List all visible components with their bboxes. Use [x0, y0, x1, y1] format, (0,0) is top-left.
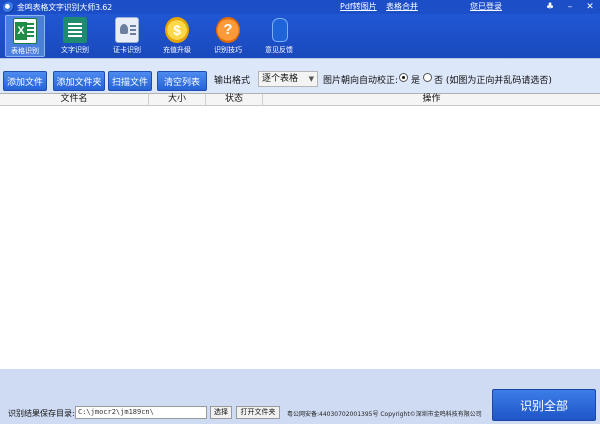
tool-label: 文字识别: [61, 46, 89, 54]
tool-table-recognition[interactable]: 表格识别: [5, 15, 45, 57]
login-status-link[interactable]: 您已登录: [470, 1, 502, 12]
tool-label: 证卡识别: [113, 46, 141, 54]
scan-file-button[interactable]: 扫描文件: [108, 71, 152, 91]
column-header-size[interactable]: 大小: [149, 94, 206, 106]
column-header-operation[interactable]: 操作: [263, 94, 600, 106]
column-header-status[interactable]: 状态: [206, 94, 263, 106]
column-header-filename[interactable]: 文件名: [0, 94, 149, 106]
tool-text-recognition[interactable]: 文字识别: [55, 15, 95, 57]
output-format-label: 输出格式: [214, 76, 251, 86]
close-button[interactable]: ✕: [580, 0, 600, 14]
table-header: 文件名 大小 状态 操作: [0, 94, 600, 106]
copyright-text: 粤公网安备:44030702001395号 Copyright©深圳市金鸣科技有…: [287, 411, 482, 418]
orientation-no-label: 否 (如图为正向并乱码请选否): [434, 76, 552, 86]
output-format-value: 逐个表格: [262, 74, 299, 84]
help-icon: [216, 17, 240, 43]
window-title: 金鸣表格文字识别大师3.62: [17, 2, 113, 12]
app-logo-icon: [3, 1, 14, 13]
skin-icon[interactable]: ♣: [540, 0, 560, 14]
tool-label: 识别技巧: [214, 46, 242, 54]
orientation-yes-radio[interactable]: [399, 73, 408, 82]
main-toolbar: 表格识别 文字识别 证卡识别 充值升级 识别技巧 意见反馈: [0, 14, 600, 58]
recognize-all-button[interactable]: 识别全部: [492, 389, 596, 421]
tool-label: 意见反馈: [265, 46, 293, 54]
tool-card-recognition[interactable]: 证卡识别: [107, 15, 147, 57]
chevron-down-icon: ▼: [308, 75, 314, 83]
save-dir-field[interactable]: C:\jmocr2\jm189cn\: [75, 406, 207, 419]
file-table[interactable]: 文件名 大小 状态 操作: [0, 93, 600, 369]
excel-icon: [13, 18, 37, 44]
choose-dir-button[interactable]: 选择: [210, 406, 232, 419]
footer-bar: 识别结果保存目录: C:\jmocr2\jm189cn\ 选择 打开文件夹 粤公…: [0, 369, 600, 424]
add-folder-button[interactable]: 添加文件夹: [53, 71, 105, 91]
title-bar: 金鸣表格文字识别大师3.62 Pdf转图片 表格合并 您已登录 ♣ – ✕: [0, 0, 600, 14]
output-format-select[interactable]: 逐个表格 ▼: [258, 71, 318, 87]
clear-list-button[interactable]: 清空列表: [157, 71, 207, 91]
tool-label: 充值升级: [163, 46, 191, 54]
open-folder-button[interactable]: 打开文件夹: [236, 406, 280, 419]
pdf-to-image-link[interactable]: Pdf转图片: [340, 1, 377, 12]
orientation-no-radio[interactable]: [423, 73, 432, 82]
tool-label: 表格识别: [11, 47, 39, 55]
options-bar: 添加文件 添加文件夹 扫描文件 清空列表 输出格式 逐个表格 ▼ 图片朝向自动校…: [0, 58, 600, 93]
table-merge-link[interactable]: 表格合并: [386, 1, 418, 12]
tool-recharge[interactable]: 充值升级: [157, 15, 197, 57]
tool-tips[interactable]: 识别技巧: [208, 15, 248, 57]
add-file-button[interactable]: 添加文件: [3, 71, 47, 91]
orientation-label: 图片朝向自动校正:: [323, 76, 399, 86]
qq-penguin-icon: [267, 17, 291, 43]
coin-icon: [165, 17, 189, 43]
minimize-button[interactable]: –: [560, 0, 580, 14]
orientation-yes-label: 是: [411, 76, 421, 86]
id-card-icon: [115, 17, 139, 43]
save-dir-label: 识别结果保存目录:: [8, 409, 75, 418]
document-icon: [63, 17, 87, 43]
tool-feedback[interactable]: 意见反馈: [259, 15, 299, 57]
